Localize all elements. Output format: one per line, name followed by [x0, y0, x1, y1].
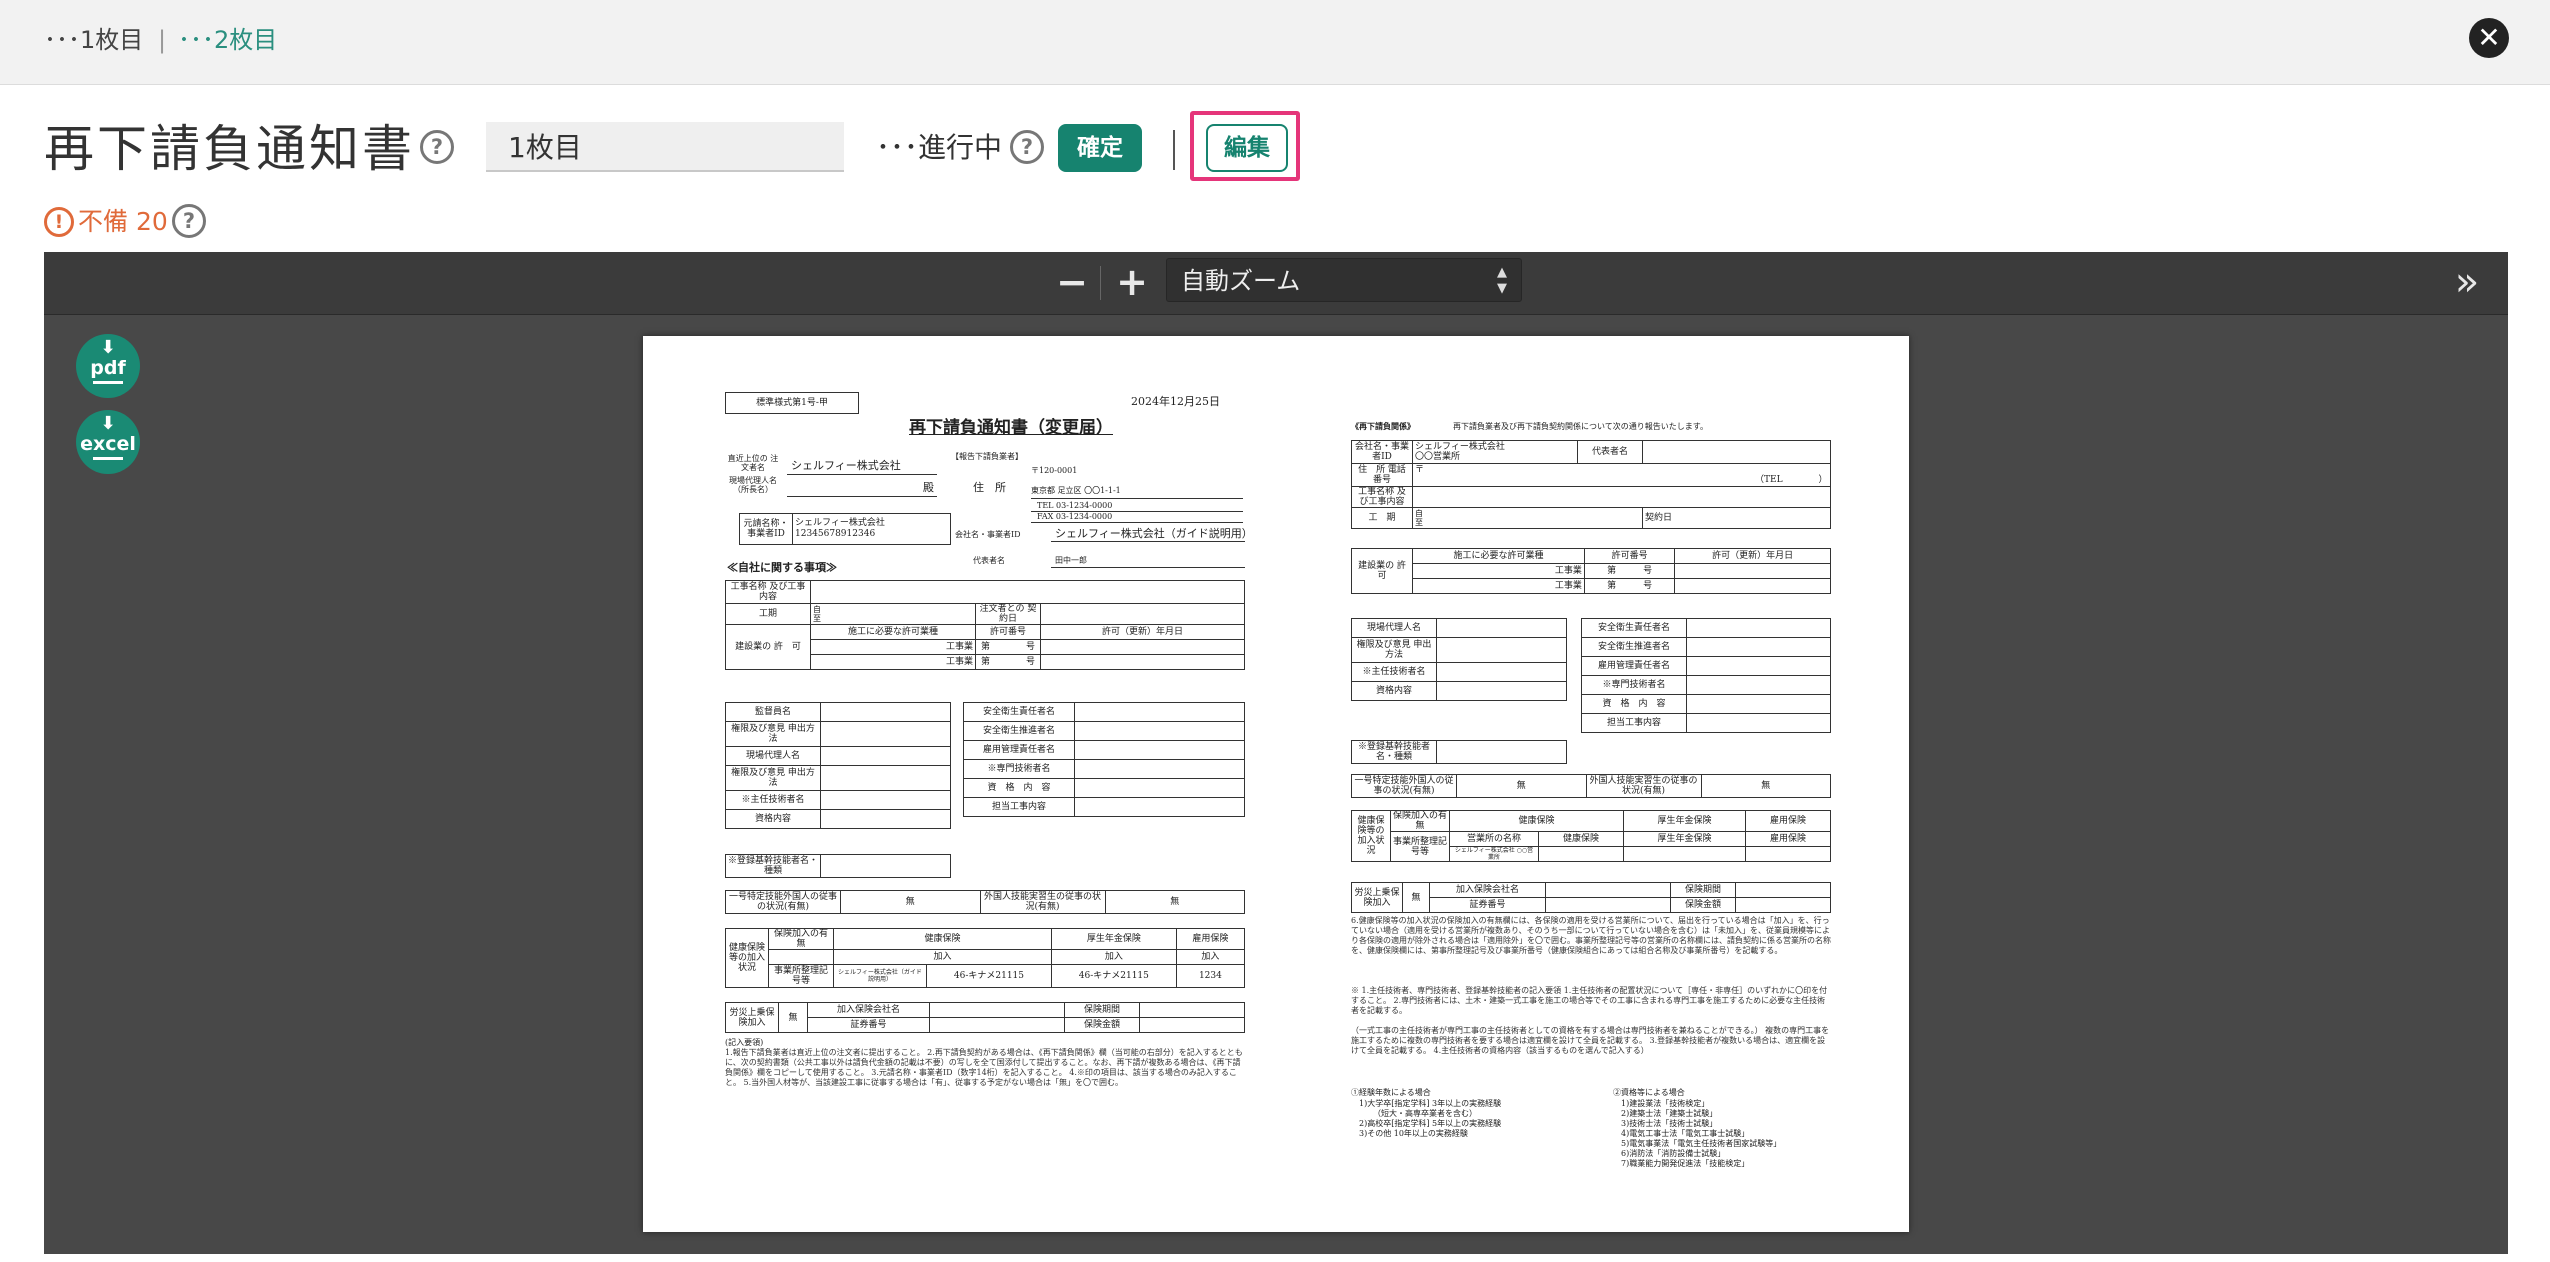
tel: TEL 03-1234-0000 — [1037, 501, 1113, 510]
document-date: 2024年12月25日 — [1131, 395, 1220, 408]
representative-name: 田中一郎 — [1055, 556, 1087, 565]
toolbar-separator — [1100, 266, 1101, 300]
download-excel-label: excel — [80, 433, 136, 455]
page-select-input[interactable] — [486, 122, 844, 172]
certification-title: ②資格等による場合 — [1613, 1088, 1685, 1097]
tab-sheet-2[interactable]: ･･･2枚目 — [178, 22, 277, 58]
breadcrumb-separator: | — [158, 26, 167, 54]
zoom-select[interactable]: 自動ズーム ▲ ▼ — [1166, 258, 1522, 302]
title-help-icon[interactable]: ? — [420, 130, 454, 164]
top-bar: ･･･1枚目 | ･･･2枚目 ✕ — [0, 0, 2550, 85]
reporter-label: 【報告下請負業者】 — [951, 452, 1023, 461]
postal-code: 〒120-0001 — [1031, 466, 1078, 475]
page-title: 再下請負通知書 — [44, 120, 415, 178]
right-section-note: 再下請負業者及び再下請負契約関係について次の通り報告いたします。 — [1453, 422, 1708, 431]
zoom-in-button[interactable]: + — [1110, 261, 1154, 305]
download-pdf-label: pdf — [90, 357, 126, 379]
insurance-table: 健康保険等の加入状況 保険加入の有無 健康保険 厚生年金保険 雇用保険 加入 加… — [725, 928, 1246, 988]
edit-button[interactable]: 編集 — [1206, 124, 1288, 172]
self-info-table: 工事名称 及び工事内容 工期 自至 注文者との 契約日 建設業の 許 可 施工に… — [725, 580, 1245, 670]
right-agent-table: 現場代理人名 権限及び意見 申出方法 ※主任技術者名 資格内容 — [1351, 618, 1567, 701]
right-registered-table: ※登録基幹技能者名・種類 — [1351, 740, 1567, 764]
pdf-viewer: − + 自動ズーム ▲ ▼ » ⬇ pdf ⬇ excel 標準様式第1号-甲 2… — [44, 252, 2508, 1254]
confirm-button[interactable]: 確定 — [1058, 124, 1142, 172]
download-excel-button[interactable]: ⬇ excel — [76, 410, 140, 474]
registered-technician-table: ※登録基幹技能者名・種類 — [725, 854, 951, 878]
notes-title: (記入要領) — [725, 1038, 764, 1047]
foreign-worker-table: 一号特定技能外国人の従事の状況(有無) 無 外国人技能実習生の従事の状況(有無)… — [725, 890, 1245, 914]
right-notes-2: ※ 1.主任技術者、専門技術者、登録基幹技能者の記入要領 1.主任技術者の配置状… — [1351, 986, 1828, 1015]
sidebar-toggle-icon[interactable]: » — [2444, 260, 2490, 306]
prime-contractor-box: 元請名称・ 事業者ID シェルフィー株式会社 12345678912346 — [739, 513, 951, 545]
agent-label: 現場代理人名 （所長名） — [729, 476, 777, 494]
download-arrow-icon: ⬇ — [100, 337, 116, 358]
subcontractor-table: 会社名・事業者ID シェルフィー株式会社 〇〇営業所 代表者名 住 所 電話番号 … — [1351, 440, 1831, 529]
fax: FAX 03-1234-0000 — [1037, 512, 1113, 521]
experience-title: ①経験年数による場合 — [1351, 1088, 1431, 1097]
honorific: 殿 — [923, 481, 934, 494]
warning-icon: ! — [44, 207, 74, 237]
toolbar-divider — [1173, 130, 1175, 170]
safety-table: 安全衛生責任者名 安全衛生推進者名 雇用管理責任者名 ※専門技術者名 資 格 内… — [963, 702, 1245, 817]
client-name: シェルフィー株式会社 — [791, 459, 901, 472]
workers-comp-table: 労災上乗保険加入 無 加入保険会社名 保険期間 証券番号 保険金額 — [725, 1002, 1245, 1033]
right-safety-table: 安全衛生責任者名 安全衛生推進者名 雇用管理責任者名 ※専門技術者名 資 格 内… — [1581, 618, 1831, 733]
deficiency-count: 不備 20 — [78, 207, 168, 236]
section-self-heading: ≪自社に関する事項≫ — [727, 561, 837, 574]
select-arrows-icon: ▲ ▼ — [1497, 265, 1507, 296]
download-arrow-icon: ⬇ — [100, 413, 116, 434]
form-number-box: 標準様式第1号-甲 — [725, 392, 859, 414]
address-label: 住 所 — [973, 481, 1006, 494]
company-label: 会社名・事業者ID — [955, 530, 1021, 539]
close-icon[interactable]: ✕ — [2469, 18, 2509, 58]
right-license-table: 建設業の 許 可 施工に必要な許可業種 許可番号 許可（更新）年月日 工事業第 … — [1351, 548, 1831, 594]
right-workers-comp-table: 労災上乗保険加入 無 加入保険会社名 保険期間 証券番号 保険金額 — [1351, 882, 1831, 913]
status-help-icon[interactable]: ? — [1010, 130, 1044, 164]
zoom-select-value: 自動ズーム — [1181, 267, 1301, 295]
left-notes: 1.報告下請負業者は直近上位の注文者に提出すること。 2.再下請負契約がある場合… — [725, 1048, 1243, 1087]
tab-sheet-1[interactable]: ･･･1枚目 — [44, 22, 143, 58]
document-title: 再下請負通知書（変更届） — [909, 418, 1113, 438]
zoom-out-button[interactable]: − — [1050, 261, 1094, 305]
right-foreign-table: 一号特定技能外国人の従事の状況(有無) 無 外国人技能実習生の従事の状況(有無)… — [1351, 774, 1831, 798]
right-section-heading: 《再下請負関係》 — [1351, 421, 1415, 431]
status-text: ･･･進行中 — [876, 131, 1003, 164]
right-notes-3: （一式工事の主任技術者が専門工事の主任技術者としての資格を有する場合は専門技術者… — [1351, 1026, 1830, 1055]
prime-name: シェルフィー株式会社 — [795, 518, 885, 528]
to-label: 直近上位の 注文者名 — [727, 454, 779, 472]
right-notes-1: 6.健康保険等の加入状況の保険加入の有無欄には、各保険の適用を受ける営業所につい… — [1351, 916, 1831, 955]
address: 東京都 足立区 〇〇1-1-1 — [1031, 486, 1121, 495]
representative-label: 代表者名 — [973, 556, 1005, 565]
prime-id: 12345678912346 — [795, 529, 876, 539]
viewer-toolbar: − + 自動ズーム ▲ ▼ » — [44, 252, 2508, 315]
download-pdf-button[interactable]: ⬇ pdf — [76, 334, 140, 398]
document-page: 標準様式第1号-甲 2024年12月25日 再下請負通知書（変更届） 【報告下請… — [643, 336, 1909, 1232]
supervisor-table: 監督員名 権限及び意見 申出方法 現場代理人名 権限及び意見 申出方法 ※主任技… — [725, 702, 951, 829]
deficiency-help-icon[interactable]: ? — [172, 204, 206, 238]
right-insurance-table: 健康保険等の加入状況 保険加入の有無 健康保険 厚生年金保険 雇用保険 事業所整… — [1351, 810, 1831, 862]
company-name: シェルフィー株式会社（ガイド説明用） — [1055, 527, 1253, 540]
